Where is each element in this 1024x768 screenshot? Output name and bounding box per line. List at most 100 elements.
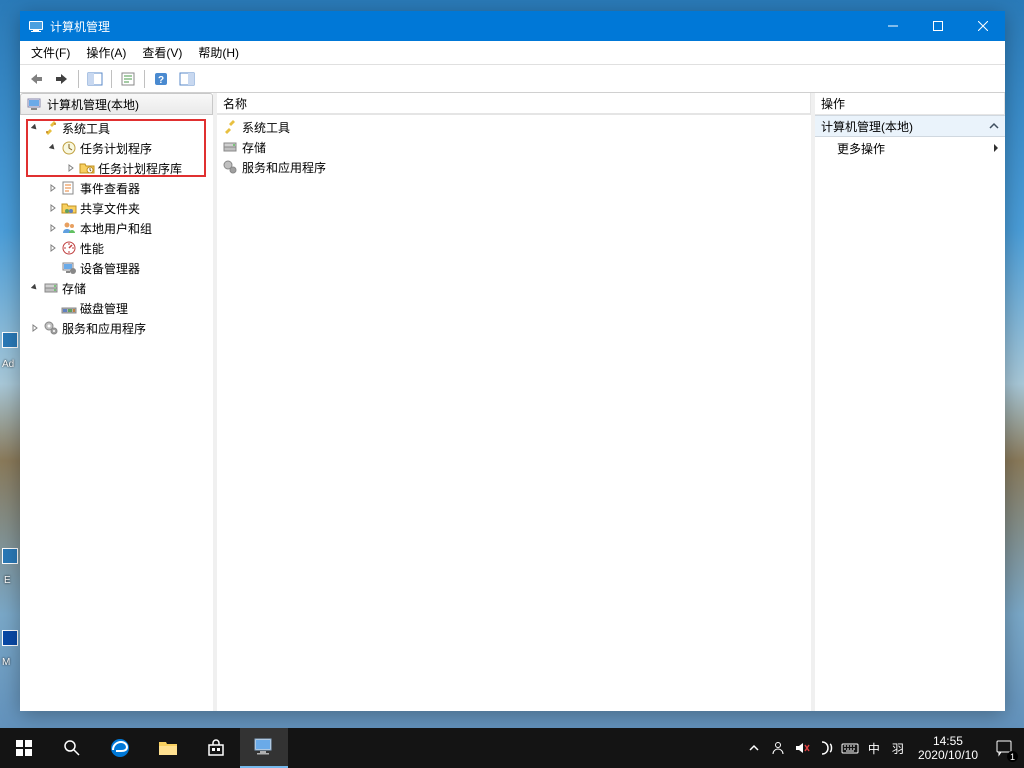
tree-label: 性能 xyxy=(80,240,104,257)
tree-item-services-apps[interactable]: 服务和应用程序 xyxy=(20,318,213,338)
tree-item-task-scheduler[interactable]: 任务计划程序 xyxy=(20,138,213,158)
collapse-icon[interactable] xyxy=(989,121,999,131)
menu-help[interactable]: 帮助(H) xyxy=(190,41,247,64)
back-button[interactable] xyxy=(24,68,48,90)
toolbar-separator xyxy=(144,70,145,88)
system-tray: 中 羽 14:55 2020/10/10 1 xyxy=(742,728,1024,768)
desktop-icon[interactable] xyxy=(2,630,18,646)
tree-label: 服务和应用程序 xyxy=(62,320,146,337)
list-item-label: 存储 xyxy=(242,139,266,156)
keyboard-icon[interactable] xyxy=(838,728,862,768)
tree-item-shared-folders[interactable]: 共享文件夹 xyxy=(20,198,213,218)
list-item-storage[interactable]: 存储 xyxy=(217,137,811,157)
notifications-button[interactable]: 1 xyxy=(986,728,1022,768)
ime-indicator-2[interactable]: 羽 xyxy=(886,728,910,768)
tree-label: 任务计划程序库 xyxy=(98,160,182,177)
chevron-down-icon[interactable] xyxy=(28,281,42,295)
clock-time: 14:55 xyxy=(918,734,978,748)
actions-panel-header: 操作 xyxy=(815,93,1005,115)
menu-file[interactable]: 文件(F) xyxy=(23,41,78,64)
menubar: 文件(F) 操作(A) 查看(V) 帮助(H) xyxy=(20,41,1005,65)
computer-management-icon xyxy=(27,96,43,112)
action-label: 更多操作 xyxy=(837,140,885,157)
tree-label: 系统工具 xyxy=(62,120,110,137)
computer-management-task[interactable] xyxy=(240,728,288,768)
tray-overflow-button[interactable] xyxy=(742,728,766,768)
show-hide-action-pane-button[interactable] xyxy=(175,68,199,90)
forward-button[interactable] xyxy=(50,68,74,90)
tree-item-event-viewer[interactable]: 事件查看器 xyxy=(20,178,213,198)
chevron-right-icon[interactable] xyxy=(46,221,60,235)
chevron-right-icon xyxy=(993,143,999,153)
list-panel-header: 名称 xyxy=(217,93,811,115)
toolbar: ? xyxy=(20,65,1005,93)
tree-item-system-tools[interactable]: 系统工具 xyxy=(20,118,213,138)
svg-text:?: ? xyxy=(158,75,164,86)
volume-muted-icon[interactable] xyxy=(790,728,814,768)
list-item-label: 系统工具 xyxy=(242,119,290,136)
actions-section-header[interactable]: 计算机管理(本地) xyxy=(815,115,1005,137)
tree-item-task-scheduler-library[interactable]: 任务计划程序库 xyxy=(20,158,213,178)
chevron-right-icon[interactable] xyxy=(46,241,60,255)
desktop-icon[interactable] xyxy=(2,332,18,348)
ime-indicator-1[interactable]: 中 xyxy=(862,728,886,768)
tree-item-performance[interactable]: 性能 xyxy=(20,238,213,258)
show-hide-tree-button[interactable] xyxy=(83,68,107,90)
event-viewer-icon xyxy=(61,180,77,196)
chevron-right-icon[interactable] xyxy=(28,321,42,335)
titlebar[interactable]: 计算机管理 xyxy=(20,11,1005,41)
list-item-system-tools[interactable]: 系统工具 xyxy=(217,117,811,137)
list-item-label: 服务和应用程序 xyxy=(242,159,326,176)
window-title: 计算机管理 xyxy=(50,18,870,35)
tree-item-disk-management[interactable]: 磁盘管理 xyxy=(20,298,213,318)
tree-item-local-users[interactable]: 本地用户和组 xyxy=(20,218,213,238)
tree-label: 本地用户和组 xyxy=(80,220,152,237)
actions-header-label: 操作 xyxy=(815,93,1005,115)
chevron-down-icon[interactable] xyxy=(46,141,60,155)
action-more-actions[interactable]: 更多操作 xyxy=(815,137,1005,159)
ease-of-access-icon[interactable] xyxy=(814,728,838,768)
chevron-right-icon[interactable] xyxy=(46,181,60,195)
desktop-icon-label: E xyxy=(4,576,11,586)
menu-view[interactable]: 查看(V) xyxy=(134,41,190,64)
taskbar: 中 羽 14:55 2020/10/10 1 xyxy=(0,728,1024,768)
menu-action[interactable]: 操作(A) xyxy=(78,41,134,64)
storage-icon xyxy=(43,280,59,296)
chevron-down-icon[interactable] xyxy=(28,121,42,135)
tree-body[interactable]: 系统工具 任务计划程序 任务计划程序库 xyxy=(20,115,213,711)
desktop-icon[interactable] xyxy=(2,548,18,564)
taskbar-clock[interactable]: 14:55 2020/10/10 xyxy=(910,734,986,763)
clock-date: 2020/10/10 xyxy=(918,748,978,762)
list-item-services-apps[interactable]: 服务和应用程序 xyxy=(217,157,811,177)
chevron-right-icon[interactable] xyxy=(46,201,60,215)
desktop-icon-label: Ad xyxy=(2,360,14,370)
list-panel: 名称 系统工具 存储 服务和应用程序 xyxy=(213,93,815,711)
minimize-button[interactable] xyxy=(870,11,915,41)
tools-icon xyxy=(222,119,238,135)
close-button[interactable] xyxy=(960,11,1005,41)
help-button[interactable]: ? xyxy=(149,68,173,90)
tree-item-storage[interactable]: 存储 xyxy=(20,278,213,298)
computer-management-window: 计算机管理 文件(F) 操作(A) 查看(V) 帮助(H) ? 计算机管理(本地… xyxy=(20,11,1005,711)
column-name[interactable]: 名称 xyxy=(217,93,811,114)
tree-root-tab[interactable]: 计算机管理(本地) xyxy=(20,93,213,115)
edge-button[interactable] xyxy=(96,728,144,768)
search-button[interactable] xyxy=(48,728,96,768)
maximize-button[interactable] xyxy=(915,11,960,41)
tree-item-device-manager[interactable]: 设备管理器 xyxy=(20,258,213,278)
people-icon[interactable] xyxy=(766,728,790,768)
performance-icon xyxy=(61,240,77,256)
folder-clock-icon xyxy=(79,160,95,176)
properties-button[interactable] xyxy=(116,68,140,90)
desktop-icon-label: M xyxy=(2,658,10,668)
list-body[interactable]: 系统工具 存储 服务和应用程序 xyxy=(217,115,811,711)
tree-label: 任务计划程序 xyxy=(80,140,152,157)
tree-label: 共享文件夹 xyxy=(80,200,140,217)
store-button[interactable] xyxy=(192,728,240,768)
services-icon xyxy=(43,320,59,336)
chevron-right-icon[interactable] xyxy=(64,161,78,175)
start-button[interactable] xyxy=(0,728,48,768)
shared-folder-icon xyxy=(61,200,77,216)
device-manager-icon xyxy=(61,260,77,276)
file-explorer-button[interactable] xyxy=(144,728,192,768)
